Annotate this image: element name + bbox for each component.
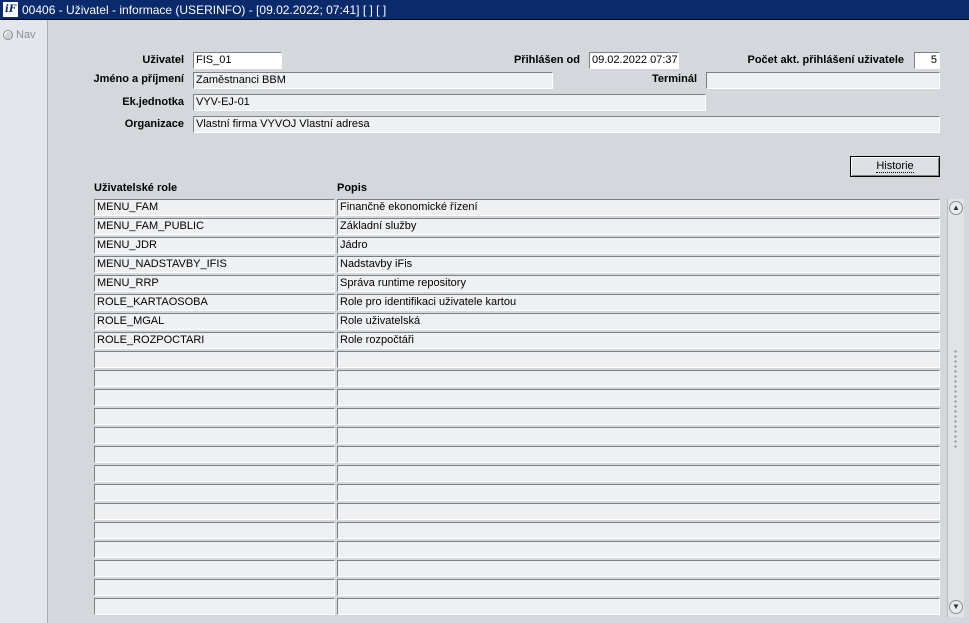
table-row[interactable]: MENU_JDR Jádro xyxy=(94,237,940,256)
description-cell[interactable] xyxy=(337,484,940,501)
description-cell[interactable] xyxy=(337,389,940,406)
description-cell[interactable] xyxy=(337,598,940,615)
role-cell[interactable] xyxy=(94,446,335,463)
description-cell[interactable] xyxy=(337,370,940,387)
description-cell[interactable] xyxy=(337,446,940,463)
table-row[interactable]: ROLE_KARTAOSOBA Role pro identifikaci uži… xyxy=(94,294,940,313)
scroll-grip[interactable] xyxy=(953,349,958,449)
terminal-label: Terminál xyxy=(651,73,697,85)
nav-label: Nav xyxy=(16,29,36,41)
table-row[interactable]: ROLE_ROZPOCTARI Role rozpočtáři xyxy=(94,332,940,351)
description-cell[interactable]: Základní služby xyxy=(337,218,940,235)
role-cell[interactable] xyxy=(94,503,335,520)
main-form: Uživatel FIS_01 Přihlášen od 09.02.2022 … xyxy=(49,20,969,623)
table-row[interactable] xyxy=(94,579,940,598)
table-row[interactable] xyxy=(94,560,940,579)
table-row[interactable]: MENU_NADSTAVBY_IFIS Nadstavby iFis xyxy=(94,256,940,275)
organization-field[interactable]: Vlastní firma VYVOJ Vlastní adresa xyxy=(193,116,940,133)
role-cell[interactable]: MENU_RRP xyxy=(94,275,335,292)
organization-label: Organizace xyxy=(124,118,184,130)
table-row[interactable]: ROLE_MGAL Role uživatelská xyxy=(94,313,940,332)
table-row[interactable] xyxy=(94,370,940,389)
terminal-field[interactable] xyxy=(706,72,940,89)
table-row[interactable] xyxy=(94,408,940,427)
role-cell[interactable]: MENU_NADSTAVBY_IFIS xyxy=(94,256,335,273)
table-row[interactable] xyxy=(94,541,940,560)
role-cell[interactable] xyxy=(94,389,335,406)
table-row[interactable] xyxy=(94,389,940,408)
vertical-scrollbar[interactable]: ▲ ▼ xyxy=(947,199,964,617)
role-cell[interactable] xyxy=(94,598,335,615)
description-cell[interactable] xyxy=(337,427,940,444)
description-cell[interactable] xyxy=(337,579,940,596)
app-logo-icon: iF xyxy=(3,2,18,17)
radio-icon[interactable] xyxy=(3,30,13,40)
table-row[interactable] xyxy=(94,503,940,522)
description-cell[interactable] xyxy=(337,560,940,577)
table-row[interactable] xyxy=(94,427,940,446)
description-cell[interactable] xyxy=(337,408,940,425)
title-bar: iF 00406 - Uživatel - informace (USERINF… xyxy=(0,0,969,20)
role-cell[interactable] xyxy=(94,370,335,387)
role-cell[interactable]: ROLE_KARTAOSOBA xyxy=(94,294,335,311)
window-title: 00406 - Uživatel - informace (USERINFO) … xyxy=(22,2,387,17)
nav-option[interactable]: Nav xyxy=(3,29,36,41)
history-button[interactable]: Historie xyxy=(850,156,940,177)
active-logins-field[interactable]: 5 xyxy=(914,52,940,69)
description-cell[interactable]: Nadstavby iFis xyxy=(337,256,940,273)
role-cell[interactable] xyxy=(94,408,335,425)
login-since-label: Přihlášen od xyxy=(513,54,580,66)
role-cell[interactable] xyxy=(94,579,335,596)
history-button-label: Historie xyxy=(876,160,914,173)
role-cell[interactable] xyxy=(94,465,335,482)
role-cell[interactable] xyxy=(94,484,335,501)
role-cell[interactable] xyxy=(94,427,335,444)
unit-field[interactable]: VYV-EJ-01 xyxy=(193,94,706,111)
table-row[interactable] xyxy=(94,522,940,541)
arrow-up-icon[interactable]: ▲ xyxy=(949,201,963,215)
table-row[interactable] xyxy=(94,598,940,617)
role-cell[interactable] xyxy=(94,351,335,368)
role-cell[interactable]: ROLE_MGAL xyxy=(94,313,335,330)
description-cell[interactable]: Správa runtime repository xyxy=(337,275,940,292)
role-cell[interactable]: ROLE_ROZPOCTARI xyxy=(94,332,335,349)
user-label: Uživatel xyxy=(142,54,184,66)
role-cell[interactable]: MENU_FAM xyxy=(94,199,335,216)
name-label: Jméno a příjmení xyxy=(93,73,184,85)
description-cell[interactable]: Jádro xyxy=(337,237,940,254)
table-row[interactable]: MENU_FAM_PUBLIC Základní služby xyxy=(94,218,940,237)
active-logins-label: Počet akt. přihlášení uživatele xyxy=(747,54,904,66)
description-cell[interactable]: Finančně ekonomické řízení xyxy=(337,199,940,216)
description-cell[interactable]: Role pro identifikaci uživatele kartou xyxy=(337,294,940,311)
roles-table: MENU_FAM Finančně ekonomické řízení MENU_F… xyxy=(94,199,940,617)
name-field[interactable]: Zaměstnanci BBM xyxy=(193,72,553,89)
description-cell[interactable] xyxy=(337,351,940,368)
table-row[interactable] xyxy=(94,351,940,370)
role-cell[interactable]: MENU_FAM_PUBLIC xyxy=(94,218,335,235)
table-row[interactable] xyxy=(94,446,940,465)
role-cell[interactable] xyxy=(94,522,335,539)
table-row[interactable] xyxy=(94,484,940,503)
description-cell[interactable] xyxy=(337,465,940,482)
table-row[interactable]: MENU_RRP Správa runtime repository xyxy=(94,275,940,294)
login-since-field[interactable]: 09.02.2022 07:37 xyxy=(589,52,679,69)
role-cell[interactable] xyxy=(94,560,335,577)
role-cell[interactable]: MENU_JDR xyxy=(94,237,335,254)
description-cell[interactable] xyxy=(337,522,940,539)
arrow-down-icon[interactable]: ▼ xyxy=(949,600,963,614)
navigator-panel: Nav xyxy=(0,20,48,623)
column-header-roles: Uživatelské role xyxy=(94,182,178,194)
table-row[interactable] xyxy=(94,465,940,484)
description-cell[interactable] xyxy=(337,503,940,520)
role-cell[interactable] xyxy=(94,541,335,558)
column-header-description: Popis xyxy=(337,182,367,194)
description-cell[interactable]: Role rozpočtáři xyxy=(337,332,940,349)
description-cell[interactable] xyxy=(337,541,940,558)
table-row[interactable]: MENU_FAM Finančně ekonomické řízení xyxy=(94,199,940,218)
user-field[interactable]: FIS_01 xyxy=(193,52,282,69)
description-cell[interactable]: Role uživatelská xyxy=(337,313,940,330)
unit-label: Ek.jednotka xyxy=(122,96,184,108)
